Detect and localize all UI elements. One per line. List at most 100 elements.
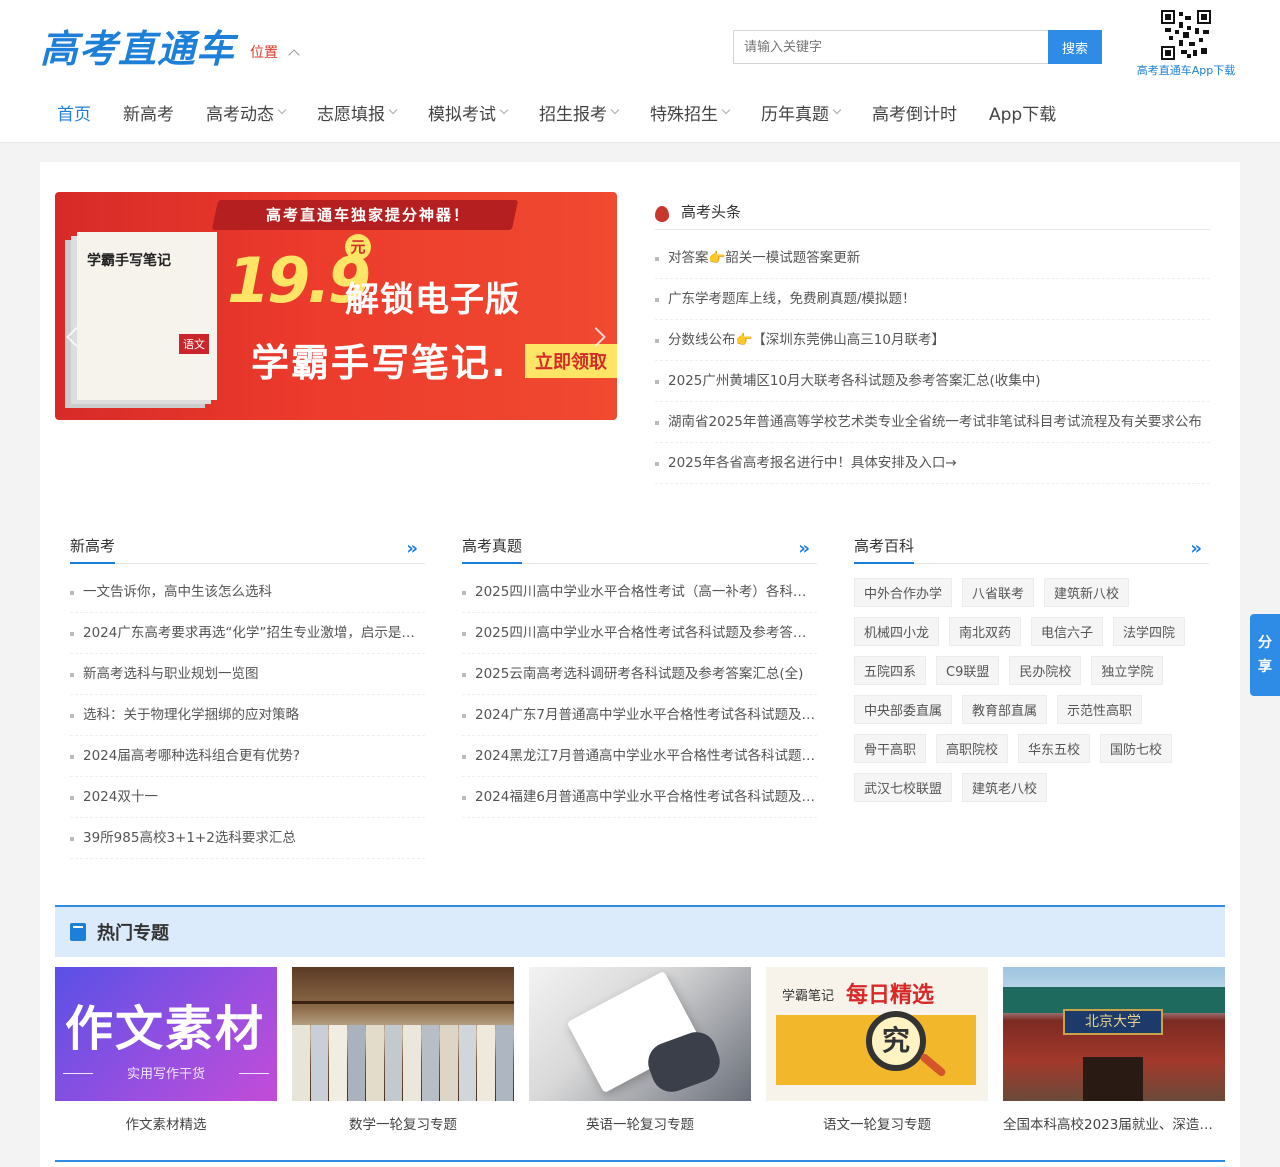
tag-link[interactable]: 机械四小龙 — [854, 617, 940, 646]
nav-item-app-download[interactable]: App下载 — [987, 100, 1058, 125]
shelf — [292, 1001, 514, 1004]
nav-item-label: 高考倒计时 — [872, 105, 957, 125]
topic-card-title[interactable]: 全国本科高校2023届就业、深造数据 — [1003, 1113, 1225, 1133]
nav-item-label: 新高考 — [123, 105, 174, 125]
tag-link[interactable]: 中外合作办学 — [854, 578, 953, 607]
nav-item-label: 招生报考 — [539, 105, 607, 125]
topic-thumbnail[interactable]: 学霸笔记 每日精选 究 — [766, 967, 988, 1101]
thumb-heading: 作文素材 — [65, 1001, 266, 1057]
double-chevron-right-icon[interactable]: » — [406, 538, 425, 559]
tag-link[interactable]: 中央部委直属 — [854, 695, 953, 724]
list-item[interactable]: 分数线公布👉【深圳东莞佛山高三10月联考】 — [655, 320, 1210, 361]
site-logo[interactable]: 高考直通车 — [40, 18, 235, 73]
tag-link[interactable]: 电信六子 — [1031, 617, 1104, 646]
chevron-down-icon — [832, 105, 842, 114]
topic-card-title[interactable]: 数学一轮复习专题 — [292, 1113, 514, 1133]
banner-cta[interactable]: 立即领取 — [525, 344, 617, 378]
tag-link[interactable]: 五院四系 — [854, 656, 927, 685]
app-download-label[interactable]: 高考直通车App下载 — [1128, 62, 1244, 78]
topic-thumbnail[interactable] — [292, 967, 514, 1101]
fire-icon — [655, 205, 669, 222]
chevron-down-icon — [721, 105, 731, 114]
topic-card[interactable]: 北京大学 全国本科高校2023届就业、深造数据 — [1003, 967, 1225, 1133]
double-chevron-right-icon[interactable]: » — [798, 538, 817, 559]
list-item[interactable]: 一文告诉你，高中生该怎么选科 — [70, 572, 425, 613]
tag-link[interactable]: 教育部直属 — [962, 695, 1048, 724]
tag-link[interactable]: 法学四院 — [1113, 617, 1186, 646]
chevron-down-icon — [388, 105, 398, 114]
tag-link[interactable]: 建筑新八校 — [1044, 578, 1130, 607]
chevron-down-icon — [499, 105, 509, 114]
tag-link[interactable]: C9联盟 — [936, 656, 1000, 685]
tag-link[interactable]: 南北双药 — [949, 617, 1022, 646]
banner-tagline: 高考直通车独家提分神器！ — [265, 206, 470, 224]
real-exams-section: 高考真题 » 2025四川高中学业水平合格性考试（高一补考）各科试题及答案 20… — [462, 534, 817, 818]
topic-thumbnail[interactable] — [529, 967, 751, 1101]
nav-item-home[interactable]: 首页 — [55, 100, 93, 125]
nav-item-gaokao-news[interactable]: 高考动态 — [204, 100, 287, 125]
list-item[interactable]: 2024双十一 — [70, 777, 425, 818]
list-item[interactable]: 新高考选科与职业规划一览图 — [70, 654, 425, 695]
location-selector[interactable]: 位置 — [250, 42, 300, 62]
nav-item-enrollment[interactable]: 招生报考 — [537, 100, 620, 125]
topic-thumbnail[interactable]: 北京大学 — [1003, 967, 1225, 1101]
real-exams-header: 高考真题 » — [462, 534, 817, 564]
nav-item-past-exams[interactable]: 历年真题 — [759, 100, 842, 125]
topic-card[interactable]: 数学一轮复习专题 — [292, 967, 514, 1133]
double-chevron-right-icon[interactable]: » — [1190, 538, 1209, 559]
tag-link[interactable]: 八省联考 — [962, 578, 1035, 607]
list-item[interactable]: 2024届高考哪种选科组合更有优势? — [70, 736, 425, 777]
tag-link[interactable]: 国防七校 — [1100, 734, 1173, 763]
tag-link[interactable]: 华东五校 — [1018, 734, 1091, 763]
new-gaokao-section: 新高考 » 一文告诉你，高中生该怎么选科 2024广东高考要求再选“化学”招生专… — [70, 534, 425, 859]
topic-thumbnail[interactable]: 作文素材 实用写作干货 — [55, 967, 277, 1101]
topic-card-title[interactable]: 作文素材精选 — [55, 1113, 277, 1133]
list-item[interactable]: 对答案👉韶关一模试题答案更新 — [655, 238, 1210, 279]
tag-link[interactable]: 民办院校 — [1009, 656, 1082, 685]
qr-code-icon[interactable] — [1161, 10, 1211, 60]
list-item[interactable]: 2024黑龙江7月普通高中学业水平合格性考试各科试题及答案 — [462, 736, 817, 777]
list-item[interactable]: 广东学考题库上线，免费刷真题/模拟题！ — [655, 279, 1210, 320]
tag-link[interactable]: 建筑老八校 — [962, 773, 1048, 802]
list-item[interactable]: 湖南省2025年普通高等学校艺术类专业全省统一考试非笔试科目考试流程及有关要求公… — [655, 402, 1210, 443]
promo-banner[interactable]: 高考直通车独家提分神器！ 学霸手写笔记 语文 19.9 元 解锁电子版 学霸手写… — [55, 192, 617, 420]
tag-link[interactable]: 独立学院 — [1091, 656, 1164, 685]
list-item[interactable]: 选科：关于物理化学捆绑的应对策略 — [70, 695, 425, 736]
tag-link[interactable]: 骨干高职 — [854, 734, 927, 763]
new-gaokao-title: 新高考 — [70, 535, 116, 564]
tag-link[interactable]: 示范性高职 — [1057, 695, 1143, 724]
list-item[interactable]: 2025云南高考选科调研考各科试题及参考答案汇总(全) — [462, 654, 817, 695]
real-exams-title: 高考真题 — [462, 535, 523, 564]
list-item[interactable]: 2024广东高考要求再选“化学”招生专业激增，启示是什么 — [70, 613, 425, 654]
tag-link[interactable]: 高职院校 — [936, 734, 1009, 763]
new-gaokao-list: 一文告诉你，高中生该怎么选科 2024广东高考要求再选“化学”招生专业激增，启示… — [70, 572, 425, 859]
hot-topics-header: 热门专题 — [55, 905, 1225, 957]
nav-item-mock-exam[interactable]: 模拟考试 — [426, 100, 509, 125]
list-item[interactable]: 2025年各省高考报名进行中！具体安排及入口→ — [655, 443, 1210, 484]
list-item[interactable]: 2025四川高中学业水平合格性考试各科试题及参考答案汇总 — [462, 613, 817, 654]
nav-item-label: 首页 — [57, 105, 91, 125]
search-button[interactable]: 搜索 — [1048, 30, 1102, 64]
topic-card[interactable]: 英语一轮复习专题 — [529, 967, 751, 1133]
topic-card-title[interactable]: 英语一轮复习专题 — [529, 1113, 751, 1133]
tag-link[interactable]: 武汉七校联盟 — [854, 773, 953, 802]
topic-card[interactable]: 学霸笔记 每日精选 究 语文一轮复习专题 — [766, 967, 988, 1133]
list-item[interactable]: 2025广州黄埔区10月大联考各科试题及参考答案汇总(收集中) — [655, 361, 1210, 402]
book-icon — [70, 923, 86, 941]
search-input[interactable] — [733, 30, 1049, 64]
nav-item-application[interactable]: 志愿填报 — [315, 100, 398, 125]
list-item[interactable]: 2024福建6月普通高中学业水平合格性考试各科试题及答案 — [462, 777, 817, 818]
nav-item-countdown[interactable]: 高考倒计时 — [870, 100, 959, 125]
topic-card[interactable]: 作文素材 实用写作干货 作文素材精选 — [55, 967, 277, 1133]
list-item[interactable]: 39所985高校3+1+2选科要求汇总 — [70, 818, 425, 859]
nav-item-new-gaokao[interactable]: 新高考 — [121, 100, 176, 125]
real-exams-list: 2025四川高中学业水平合格性考试（高一补考）各科试题及答案 2025四川高中学… — [462, 572, 817, 818]
nav-item-label: 志愿填报 — [317, 105, 385, 125]
share-button[interactable]: 分 享 — [1250, 614, 1280, 696]
headline-list: 对答案👉韶关一模试题答案更新 广东学考题库上线，免费刷真题/模拟题！ 分数线公布… — [655, 238, 1210, 484]
divider — [239, 1073, 269, 1074]
list-item[interactable]: 2025四川高中学业水平合格性考试（高一补考）各科试题及答案 — [462, 572, 817, 613]
topic-card-title[interactable]: 语文一轮复习专题 — [766, 1113, 988, 1133]
list-item[interactable]: 2024广东7月普通高中学业水平合格性考试各科试题及参考答案 — [462, 695, 817, 736]
nav-item-special-enrollment[interactable]: 特殊招生 — [648, 100, 731, 125]
